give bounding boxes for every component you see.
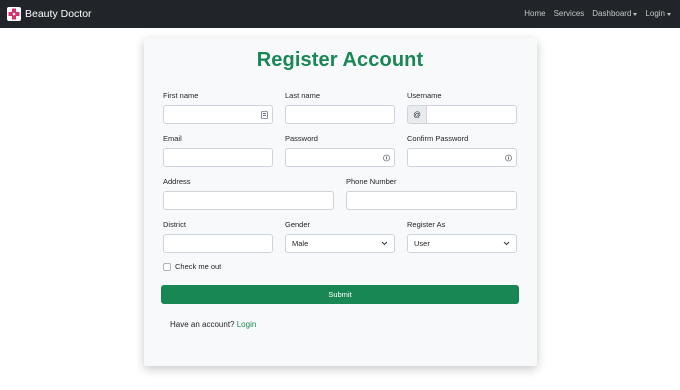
email-input[interactable] <box>163 148 273 167</box>
brand-name: Beauty Doctor <box>25 8 92 20</box>
contact-card-icon <box>261 111 268 119</box>
email-label: Email <box>163 134 182 143</box>
username-label: Username <box>407 91 442 100</box>
nav-services[interactable]: Services <box>554 0 585 28</box>
first-name-label: First name <box>163 91 199 100</box>
caret-down-icon <box>633 12 638 16</box>
chevron-down-icon <box>381 241 388 246</box>
caret-down-icon <box>667 12 671 16</box>
gender-value: Male <box>292 239 309 248</box>
phone-label: Phone Number <box>346 177 397 186</box>
last-name-label: Last name <box>285 91 321 100</box>
username-input[interactable] <box>426 105 517 124</box>
logo-icon <box>7 7 21 21</box>
confirm-password-label: Confirm Password <box>407 134 469 143</box>
top-navbar: Beauty Doctor Home Services Dashboard Lo… <box>0 0 680 28</box>
check-me-out-checkbox[interactable] <box>163 263 171 271</box>
login-link[interactable]: Login <box>237 320 257 329</box>
password-input[interactable] <box>285 148 395 167</box>
key-icon <box>383 154 390 162</box>
address-input[interactable] <box>163 191 334 210</box>
password-label: Password <box>285 134 318 143</box>
have-account-text: Have an account? Login <box>170 320 257 329</box>
first-name-input[interactable] <box>163 105 273 124</box>
nav-dashboard-dropdown[interactable]: Dashboard <box>592 0 638 28</box>
register-as-label: Register As <box>407 220 446 229</box>
check-me-out-label: Check me out <box>175 262 222 271</box>
last-name-input[interactable] <box>285 105 395 124</box>
phone-input[interactable] <box>346 191 517 210</box>
submit-button[interactable]: Submit <box>161 285 519 304</box>
brand-link[interactable]: Beauty Doctor <box>7 6 92 22</box>
register-as-select[interactable]: User <box>407 234 517 253</box>
key-icon <box>505 154 512 162</box>
address-label: Address <box>163 177 191 186</box>
register-as-value: User <box>414 239 430 248</box>
nav-login-dropdown[interactable]: Login <box>645 0 671 28</box>
district-input[interactable] <box>163 234 273 253</box>
nav-menu: Home Services Dashboard Login <box>516 0 671 28</box>
username-at-addon: @ <box>407 105 427 124</box>
page-title: Register Account <box>256 49 424 71</box>
confirm-password-input[interactable] <box>407 148 517 167</box>
district-label: District <box>163 220 186 229</box>
chevron-down-icon <box>503 241 510 246</box>
nav-home[interactable]: Home <box>524 0 545 28</box>
gender-label: Gender <box>285 220 311 229</box>
gender-select[interactable]: Male <box>285 234 395 253</box>
